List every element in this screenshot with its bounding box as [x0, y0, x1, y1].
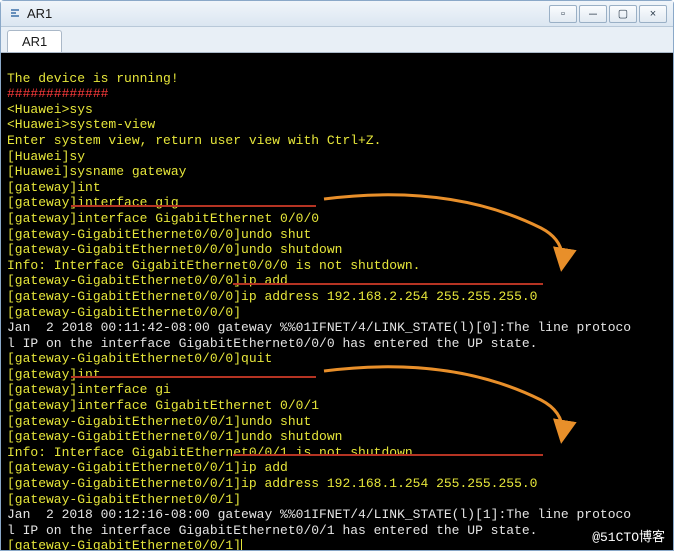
annotation-underline [233, 283, 543, 285]
term-line: [gateway-GigabitEthernet0/0/0]undo shutd… [7, 242, 342, 257]
cursor-icon [241, 539, 242, 550]
tab-ar1[interactable]: AR1 [7, 30, 62, 52]
annotation-underline [71, 205, 316, 207]
term-line: [gateway]int [7, 180, 101, 195]
window-controls: ▫ － ▢ × [549, 5, 667, 23]
term-line: [gateway]interface gig [7, 195, 179, 210]
term-line: Jan 2 2018 00:11:42-08:00 gateway %%01IF… [7, 320, 631, 335]
term-line: ############# [7, 86, 108, 101]
term-line: l IP on the interface GigabitEthernet0/0… [7, 336, 538, 351]
maximize-button[interactable]: ▢ [609, 5, 637, 23]
term-line: The device is running! [7, 71, 179, 86]
term-line: [gateway-GigabitEthernet0/0/0] [7, 305, 241, 320]
tabbar: AR1 [1, 27, 673, 53]
term-line: <Huawei>system-view [7, 117, 155, 132]
app-window: AR1 ▫ － ▢ × AR1 The device is running! #… [0, 0, 674, 551]
term-line: [Huawei]sy [7, 149, 85, 164]
term-line: [gateway-GigabitEthernet0/0/1]ip address… [7, 476, 538, 491]
minimize-button[interactable]: － [579, 5, 607, 23]
term-line: [gateway-GigabitEthernet0/0/0]quit [7, 351, 272, 366]
term-line: l IP on the interface GigabitEthernet0/0… [7, 523, 538, 538]
close-button[interactable]: × [639, 5, 667, 23]
term-line: [gateway]interface GigabitEthernet 0/0/1 [7, 398, 319, 413]
app-icon [7, 6, 23, 22]
annotation-underline [71, 376, 316, 378]
term-line: [gateway]int [7, 367, 101, 382]
annotation-underline [233, 454, 543, 456]
titlebar[interactable]: AR1 ▫ － ▢ × [1, 1, 673, 27]
watermark: @51CTO博客 [592, 530, 665, 546]
term-line: [gateway-GigabitEthernet0/0/1]undo shut [7, 414, 311, 429]
term-line: Info: Interface GigabitEthernet0/0/0 is … [7, 258, 420, 273]
term-line: [Huawei]sysname gateway [7, 164, 186, 179]
term-line: [gateway-GigabitEthernet0/0/1] [7, 538, 242, 550]
term-line: [gateway-GigabitEthernet0/0/1]undo shutd… [7, 429, 342, 444]
term-line: Jan 2 2018 00:12:16-08:00 gateway %%01IF… [7, 507, 631, 522]
term-line: <Huawei>sys [7, 102, 93, 117]
term-line: [gateway-GigabitEthernet0/0/0]ip address… [7, 289, 538, 304]
term-line: [gateway-GigabitEthernet0/0/0]undo shut [7, 227, 311, 242]
window-title: AR1 [27, 6, 549, 21]
term-line: [gateway-GigabitEthernet0/0/1] [7, 492, 241, 507]
separator-button[interactable]: ▫ [549, 5, 577, 23]
term-line: Enter system view, return user view with… [7, 133, 381, 148]
term-line: [gateway]interface GigabitEthernet 0/0/0 [7, 211, 319, 226]
term-line: [gateway-GigabitEthernet0/0/1]ip add [7, 460, 288, 475]
term-line: Info: Interface GigabitEthernet0/0/1 is … [7, 445, 420, 460]
terminal[interactable]: The device is running! ############# <Hu… [1, 53, 673, 550]
term-line: [gateway-GigabitEthernet0/0/0]ip add [7, 273, 288, 288]
term-line: [gateway]interface gi [7, 382, 171, 397]
